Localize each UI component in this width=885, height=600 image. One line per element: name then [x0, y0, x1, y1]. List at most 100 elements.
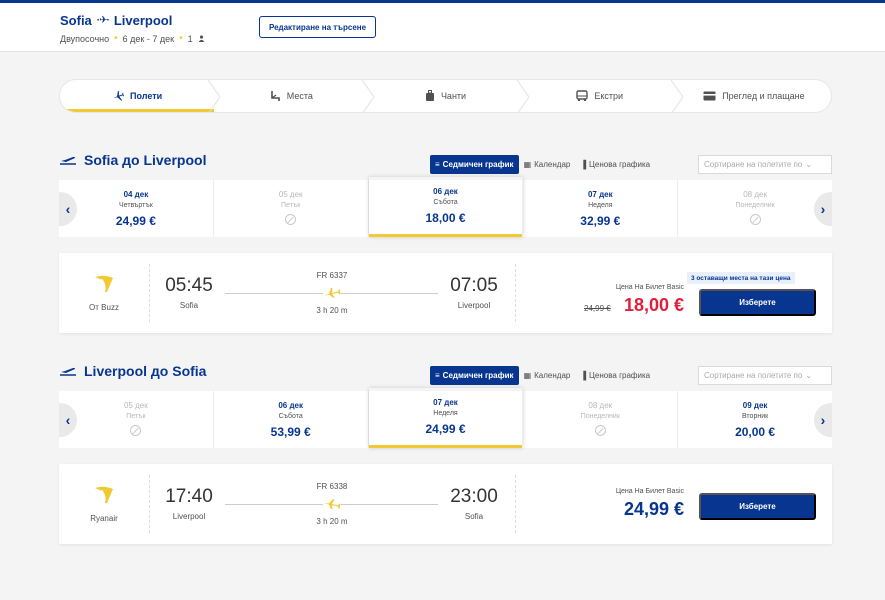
departure-city: Liverpool	[172, 512, 206, 521]
inbound-view-tabs: ≡ Седмичен график ▦ Календар ▐ Ценова графи…	[430, 366, 655, 385]
calendar-icon: ▦	[523, 371, 532, 380]
tab-label: Седмичен график	[442, 160, 514, 169]
date-option: 08 дек Понеделник	[678, 180, 832, 237]
tab-weekly-schedule[interactable]: ≡ Седмичен график	[430, 155, 519, 174]
route-title: Sofia ·✈· Liverpool	[60, 13, 172, 28]
date-option-selected[interactable]: 07 дек Неделя 24,99 €	[368, 388, 524, 448]
tab-label: Ценова графика	[589, 160, 651, 169]
step-label: Екстри	[594, 91, 624, 101]
divider	[149, 264, 150, 322]
inbound-flight-card: Ryanair 17:40 Liverpool FR 6338 3 h 20 m…	[59, 464, 832, 544]
arrival-time: 07:05	[450, 275, 498, 296]
arrival-time: 23:00	[450, 486, 498, 507]
tab-price-graph[interactable]: ▐ Ценова графика	[575, 366, 655, 385]
outbound-section-title: Sofia до Liverpool	[60, 152, 206, 168]
route-meta: Двупосочно • 6 дек - 7 дек • 1	[60, 33, 205, 44]
carrier-name: От Buzz	[89, 303, 119, 312]
date-price: 32,99 €	[580, 214, 621, 228]
seat-icon	[270, 91, 280, 101]
date-label: 04 дек	[123, 190, 149, 199]
departure-time: 17:40	[165, 486, 213, 507]
arrival-city: Liverpool	[457, 301, 491, 310]
divider	[149, 475, 150, 533]
inbound-date-strip: 05 дек Петък 06 дек Събота 53,99 € 07 де…	[59, 388, 832, 448]
tab-label: Календар	[534, 371, 571, 380]
carrier-block: От Buzz	[59, 253, 149, 333]
step-divider	[516, 80, 529, 112]
seats-left-badge: 3 оставащи места на тази цена	[687, 272, 795, 284]
ryanair-harp-logo	[95, 275, 113, 292]
flight-price: 24,99 €	[623, 499, 684, 519]
step-review-payment[interactable]: Преглед и плащане	[677, 80, 831, 112]
date-option[interactable]: 07 дек Неделя 32,99 €	[523, 180, 679, 237]
step-label: Чанти	[440, 91, 467, 101]
unavailable-icon	[130, 425, 142, 436]
edit-search-button[interactable]: Редактиране на търсене	[259, 16, 376, 38]
outbound-sort-select[interactable]: Сортиране на полетите по ⌄	[698, 155, 832, 174]
step-seats[interactable]: Места	[214, 80, 375, 112]
weekday-label: Неделя	[588, 202, 613, 209]
weekday-label: Събота	[433, 199, 458, 206]
date-option[interactable]: 09 дек Вторник 20,00 €	[678, 391, 832, 448]
step-label: Места	[286, 91, 313, 101]
flight-duration: 3 h 20 m	[316, 517, 348, 526]
destination-city: Liverpool	[113, 13, 173, 28]
divider	[515, 264, 516, 322]
carrier-name: Ryanair	[90, 514, 118, 523]
step-flights[interactable]: Полети	[60, 80, 221, 112]
date-price: 20,00 €	[735, 425, 776, 439]
weekday-label: Вторник	[741, 413, 769, 420]
plane-icon	[323, 498, 341, 510]
list-icon: ≡	[435, 371, 440, 380]
step-extras[interactable]: Екстри	[523, 80, 683, 112]
weekday-label: Четвъртък	[119, 202, 153, 209]
weekday-label: Понеделник	[580, 413, 620, 420]
unavailable-icon	[749, 214, 761, 225]
flight-number: FR 6337	[316, 271, 348, 280]
flight-number: FR 6338	[316, 482, 348, 491]
inbound-title-text: Liverpool до Sofia	[84, 363, 207, 379]
date-label: 07 дек	[587, 190, 613, 199]
date-label: 06 дек	[433, 187, 458, 196]
fare-label: Цена На Билет Basic	[615, 284, 684, 291]
date-option-selected[interactable]: 06 дек Събота 18,00 €	[368, 177, 524, 237]
select-flight-button[interactable]: Изберете	[699, 289, 816, 316]
tab-calendar[interactable]: ▦ Календар	[519, 155, 576, 174]
date-option: 05 дек Петък	[59, 391, 214, 448]
chevron-left-icon: ‹	[65, 201, 71, 217]
booking-stepper: Полети Места Чанти Екстри Преглед и плащ…	[59, 79, 832, 113]
chevron-down-icon: ⌄	[805, 371, 813, 380]
chevron-right-icon: ›	[820, 201, 826, 217]
tab-calendar[interactable]: ▦ Календар	[519, 366, 576, 385]
departure-city: Sofia	[179, 301, 199, 310]
date-option[interactable]: 06 дек Събота 53,99 €	[214, 391, 369, 448]
fare-label: Цена На Билет Basic	[615, 488, 684, 495]
date-option[interactable]: 04 дек Четвъртък 24,99 €	[59, 180, 214, 237]
bag-icon	[425, 90, 434, 101]
carrier-block: Ryanair	[59, 464, 149, 544]
step-label: Полети	[130, 91, 163, 101]
chevron-right-icon: ›	[820, 412, 826, 428]
chevron-left-icon: ‹	[65, 412, 71, 428]
tab-weekly-schedule[interactable]: ≡ Седмичен график	[430, 366, 519, 385]
date-label: 06 дек	[278, 401, 304, 410]
divider	[515, 475, 516, 533]
select-flight-button[interactable]: Изберете	[699, 493, 816, 520]
takeoff-icon	[60, 156, 76, 165]
inbound-sort-select[interactable]: Сортиране на полетите по ⌄	[698, 366, 832, 385]
sort-placeholder: Сортиране на полетите по	[704, 160, 803, 169]
weekday-label: Неделя	[433, 410, 458, 417]
step-bags[interactable]: Чанти	[368, 80, 529, 112]
tab-price-graph[interactable]: ▐ Ценова графика	[575, 155, 655, 174]
flight-duration: 3 h 20 m	[316, 306, 348, 315]
route-plane-icon: ·✈·	[96, 15, 110, 26]
outbound-flight-card: От Buzz 05:45 Sofia FR 6337 3 h 20 m 07:…	[59, 253, 832, 333]
calendar-icon: ▦	[523, 160, 532, 169]
departure-time: 05:45	[165, 275, 213, 296]
separator-dot: •	[114, 33, 118, 44]
sale-price: 18,00 €	[623, 295, 684, 315]
date-option: 08 дек Понеделник	[523, 391, 679, 448]
outbound-view-tabs: ≡ Седмичен график ▦ Календар ▐ Ценова графи…	[430, 155, 655, 174]
step-label: Преглед и плащане	[722, 91, 805, 101]
sort-placeholder: Сортиране на полетите по	[704, 371, 803, 380]
